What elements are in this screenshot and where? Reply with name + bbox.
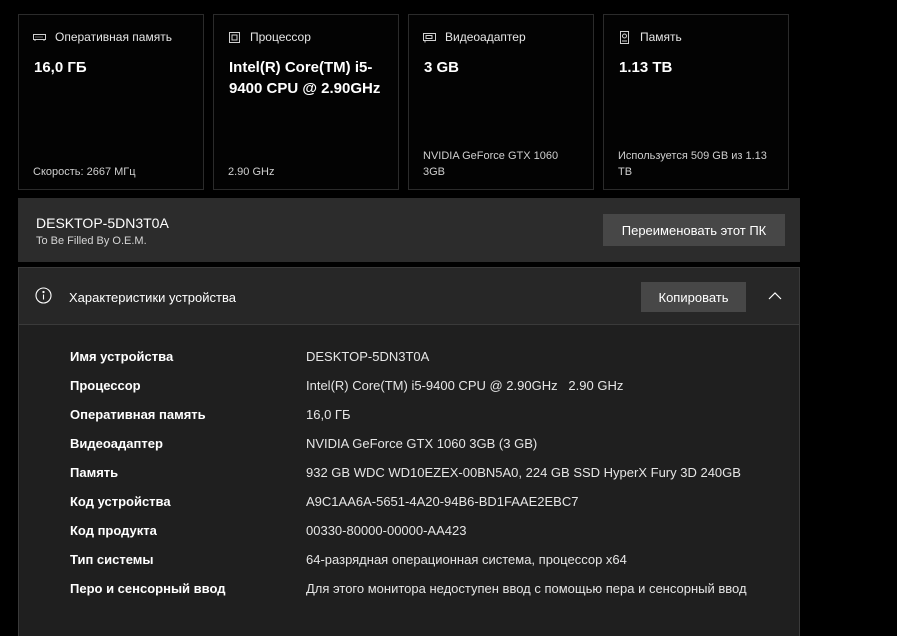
spec-value: NVIDIA GeForce GTX 1060 3GB (3 GB)	[306, 436, 538, 451]
spec-label: Оперативная память	[70, 407, 206, 422]
cpu-card: Процессор Intel(R) Core(TM) i5-9400 CPU …	[213, 14, 399, 190]
spec-row: Имя устройства DESKTOP-5DN3T0A	[70, 348, 790, 366]
hardware-summary-cards: Оперативная память 16,0 ГБ Скорость: 266…	[18, 14, 789, 190]
card-value: 3 GB	[424, 59, 460, 76]
spec-row: Код устройства A9C1AA6A-5651-4A20-94B6-BD…	[70, 493, 790, 511]
spec-value: 932 GB WDC WD10EZEX-00BN5A0, 224 GB SSD …	[306, 465, 741, 480]
card-title: Память	[640, 30, 682, 44]
spec-value: 16,0 ГБ	[306, 407, 351, 422]
spec-label: Имя устройства	[70, 349, 174, 364]
spec-label: Код продукта	[70, 523, 157, 538]
card-footer: Используется 509 GB из 1.13 TB	[618, 150, 767, 178]
spec-value: 00330-80000-00000-AA423	[306, 523, 467, 538]
storage-icon	[618, 30, 631, 44]
specifications-list: Имя устройства DESKTOP-5DN3T0A Процессор I…	[70, 348, 790, 609]
gpu-icon	[423, 31, 436, 44]
card-title: Видеоадаптер	[445, 30, 526, 44]
chevron-up-icon[interactable]	[765, 286, 785, 306]
spec-value: 64-разрядная операционная система, проце…	[306, 552, 627, 567]
spec-value: A9C1AA6A-5651-4A20-94B6-BD1FAAE2EBC7	[306, 494, 579, 509]
card-value: Intel(R) Core(TM) i5-9400 CPU @ 2.90GHz	[229, 59, 381, 97]
pc-model: To Be Filled By O.E.M.	[36, 235, 147, 247]
spec-value: Intel(R) Core(TM) i5-9400 CPU @ 2.90GHz …	[306, 378, 624, 393]
card-footer: NVIDIA GeForce GTX 1060 3GB	[423, 150, 559, 178]
system-about-page: Оперативная память 16,0 ГБ Скорость: 266…	[0, 0, 897, 636]
spec-label: Тип системы	[70, 552, 154, 567]
spec-label: Память	[70, 465, 119, 480]
spec-row: Тип системы 64-разрядная операционная сис…	[70, 551, 790, 569]
spec-row: Процессор Intel(R) Core(TM) i5-9400 CPU @…	[70, 377, 790, 395]
device-specifications-title: Характеристики устройства	[69, 290, 236, 305]
spec-row: Код продукта 00330-80000-00000-AA423	[70, 522, 790, 540]
card-title: Оперативная память	[55, 30, 172, 44]
device-specifications-header[interactable]: Характеристики устройства Копировать	[19, 268, 799, 325]
spec-row: Оперативная память 16,0 ГБ	[70, 406, 790, 424]
pc-name-bar: DESKTOP-5DN3T0A To Be Filled By O.E.M. П…	[18, 198, 800, 262]
card-value: 1.13 TB	[619, 59, 673, 76]
copy-button[interactable]: Копировать	[641, 282, 746, 312]
gpu-card: Видеоадаптер 3 GB NVIDIA GeForce GTX 106…	[408, 14, 594, 190]
card-title: Процессор	[250, 30, 311, 44]
device-specifications-panel: Характеристики устройства Копировать Имя…	[18, 267, 800, 636]
info-icon	[35, 287, 52, 304]
spec-row: Видеоадаптер NVIDIA GeForce GTX 1060 3GB …	[70, 435, 790, 453]
ram-icon	[33, 31, 46, 44]
spec-value: DESKTOP-5DN3T0A	[306, 349, 430, 364]
rename-pc-button[interactable]: Переименовать этот ПК	[603, 214, 785, 246]
spec-label: Код устройства	[70, 494, 171, 509]
spec-label: Перо и сенсорный ввод	[70, 581, 226, 596]
spec-label: Видеоадаптер	[70, 436, 163, 451]
spec-row: Перо и сенсорный ввод Для этого монитора …	[70, 580, 790, 598]
card-value: 16,0 ГБ	[34, 59, 87, 76]
storage-card: Память 1.13 TB Используется 509 GB из 1.…	[603, 14, 789, 190]
cpu-icon	[228, 31, 241, 44]
ram-card: Оперативная память 16,0 ГБ Скорость: 266…	[18, 14, 204, 190]
spec-row: Память 932 GB WDC WD10EZEX-00BN5A0, 224 G…	[70, 464, 790, 482]
spec-value: Для этого монитора недоступен ввод с пом…	[306, 581, 747, 596]
pc-name: DESKTOP-5DN3T0A	[36, 215, 169, 231]
spec-label: Процессор	[70, 378, 141, 393]
card-footer: Скорость: 2667 МГц	[33, 166, 136, 178]
card-footer: 2.90 GHz	[228, 166, 275, 178]
